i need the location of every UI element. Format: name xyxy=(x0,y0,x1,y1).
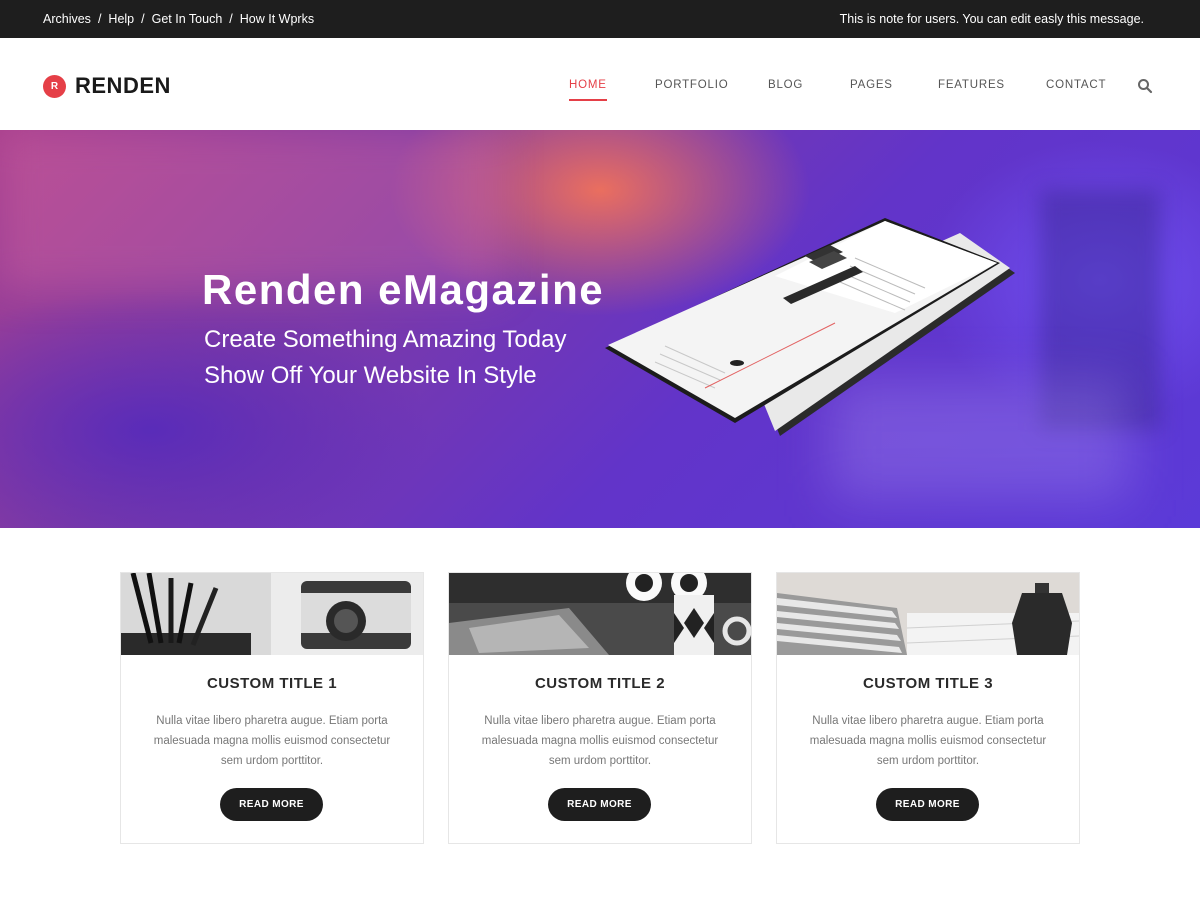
read-more-button[interactable]: READ MORE xyxy=(876,788,979,821)
site-header: R RENDEN HOME PORTFOLIO BLOG PAGES FEATU… xyxy=(0,38,1200,130)
main-nav: HOME PORTFOLIO BLOG PAGES FEATURES CONTA… xyxy=(0,79,1200,101)
website-mockup-image xyxy=(605,218,1015,436)
search-icon[interactable] xyxy=(1137,78,1153,94)
card-title: CUSTOM TITLE 1 xyxy=(206,675,338,692)
nav-item-pages[interactable]: PAGES xyxy=(850,79,893,91)
hero-title: Renden eMagazine xyxy=(202,266,605,313)
card-description: Nulla vitae libero pharetra augue. Etiam… xyxy=(809,715,1047,767)
card-title: CUSTOM TITLE 2 xyxy=(534,675,666,692)
feature-card: CUSTOM TITLE 2 Nulla vitae libero pharet… xyxy=(448,572,752,844)
top-link-archives[interactable]: Archives xyxy=(43,12,91,26)
top-note: This is note for users. You can edit eas… xyxy=(839,12,1144,26)
top-link-help[interactable]: Help xyxy=(108,12,134,26)
read-more-button[interactable]: READ MORE xyxy=(548,788,651,821)
top-link-how-it-works[interactable]: How It Wprks xyxy=(240,12,314,26)
top-link-separator: / xyxy=(97,12,102,26)
top-bar: Archives / Help / Get In Touch / How It … xyxy=(0,0,1200,38)
hero-subtitle-2: Show Off Your Website In Style xyxy=(204,362,537,389)
nav-item-contact[interactable]: CONTACT xyxy=(1046,79,1106,91)
card-image-mug-glasses xyxy=(449,573,751,655)
nav-item-portfolio[interactable]: PORTFOLIO xyxy=(655,79,728,91)
top-links: Archives / Help / Get In Touch / How It … xyxy=(43,12,314,26)
feature-card: CUSTOM TITLE 3 Nulla vitae libero pharet… xyxy=(776,572,1080,844)
card-description: Nulla vitae libero pharetra augue. Etiam… xyxy=(153,715,391,767)
top-link-get-in-touch[interactable]: Get In Touch xyxy=(152,12,223,26)
read-more-button[interactable]: READ MORE xyxy=(220,788,323,821)
top-link-separator: / xyxy=(229,12,233,26)
card-description: Nulla vitae libero pharetra augue. Etiam… xyxy=(481,715,719,767)
card-title: CUSTOM TITLE 3 xyxy=(862,675,994,692)
nav-item-blog[interactable]: BLOG xyxy=(768,79,803,91)
top-link-separator: / xyxy=(141,12,145,26)
hero-banner: Renden eMagazine Create Something Amazin… xyxy=(0,130,1200,528)
nav-item-home[interactable]: HOME xyxy=(569,79,607,101)
nav-item-features[interactable]: FEATURES xyxy=(938,79,1005,91)
card-image-magazines-coffee xyxy=(777,573,1079,655)
hero-subtitle-1: Create Something Amazing Today xyxy=(204,326,567,353)
feature-card: CUSTOM TITLE 1 Nulla vitae libero pharet… xyxy=(120,572,424,844)
card-image-pencils-camera xyxy=(121,573,423,655)
